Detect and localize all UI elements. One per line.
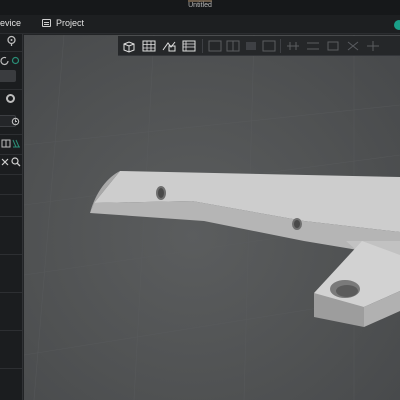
arrange-4-icon[interactable] [344,38,362,54]
gear-icon[interactable] [6,94,15,103]
3d-viewport[interactable] [24,35,400,400]
value-field[interactable] [0,70,16,82]
left-sidebar [0,34,23,400]
window-title: Untitled [188,2,212,9]
status-indicator[interactable] [394,20,400,30]
align-bottom-icon[interactable] [260,38,278,54]
foot-hole-inner [336,285,358,297]
refresh-icon[interactable] [0,56,10,68]
divider [0,51,22,52]
divider [0,134,22,135]
align-center-icon[interactable] [224,38,242,54]
menu-bar: evice Project [0,15,400,34]
title-bar: Untitled [0,0,400,15]
list-divider [0,330,22,331]
tab-device[interactable]: evice [0,18,21,28]
divider [0,89,22,90]
target-icon[interactable] [6,35,17,49]
list-divider [0,194,22,195]
arrange-5-icon[interactable] [364,38,382,54]
list-divider [0,292,22,293]
align-icon[interactable] [206,38,224,54]
search-icon[interactable] [11,157,21,169]
arrange-2-icon[interactable] [304,38,322,54]
arm-hole-2-inner [294,220,300,228]
toolbar-divider [202,39,203,53]
grid-table-icon[interactable] [140,38,158,54]
toolbar-divider [280,39,281,53]
divider [0,154,22,155]
tab-project[interactable]: Project [42,18,84,28]
divider [0,174,22,175]
sync-icon[interactable] [11,56,20,67]
list-divider [0,216,22,217]
view-toolbar [118,36,400,56]
tab-project-label: Project [56,18,85,28]
list-divider [0,368,22,369]
layers-icon[interactable] [180,38,198,54]
add-object-icon[interactable] [120,38,138,54]
move-icon[interactable] [160,38,178,54]
project-icon [42,19,51,27]
align-right-icon[interactable] [242,38,260,54]
arrange-icon[interactable] [284,38,302,54]
tab-device-label: evice [0,18,22,28]
close-icon[interactable] [1,158,9,168]
clock-icon[interactable] [11,117,20,128]
list-divider [0,254,22,255]
split-view-icon[interactable] [1,139,21,151]
arrange-3-icon[interactable] [324,38,342,54]
arm-hole-1-inner [158,188,164,198]
3d-model-part[interactable] [24,35,400,400]
